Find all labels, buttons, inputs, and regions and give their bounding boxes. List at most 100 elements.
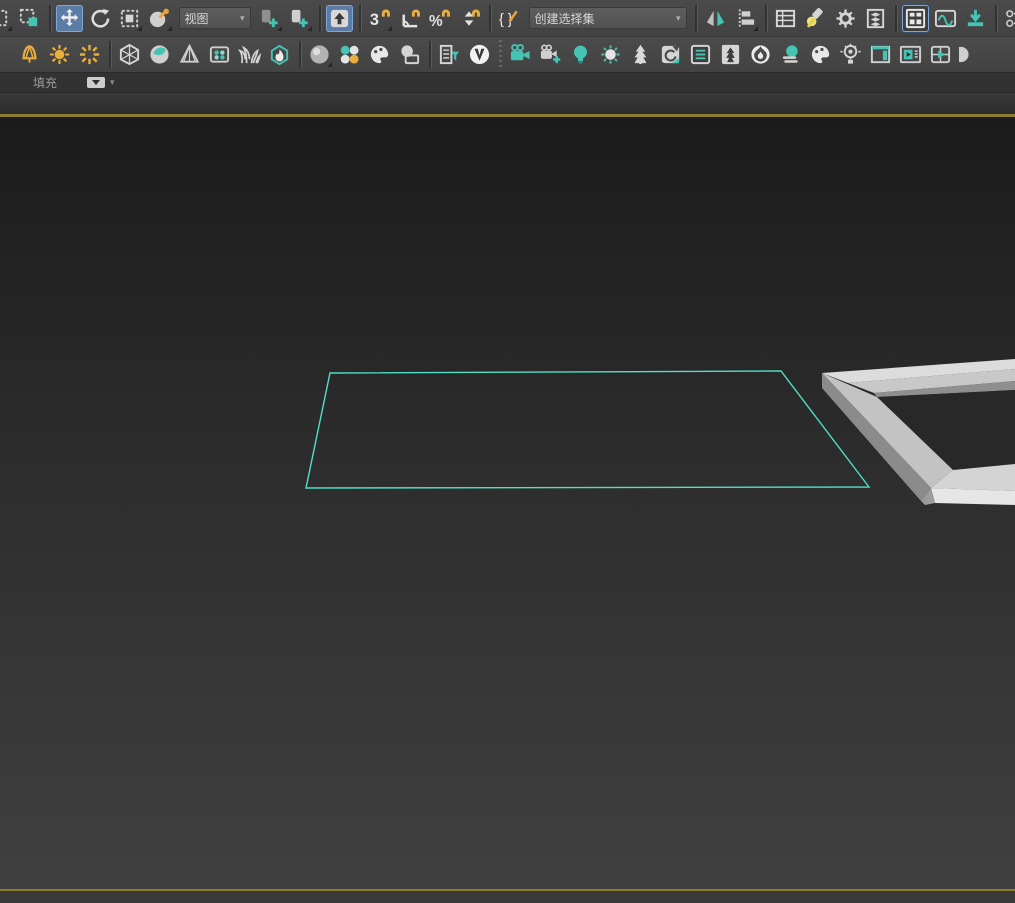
vray-icon — [468, 43, 491, 66]
palette-tool[interactable] — [807, 41, 834, 68]
phoenix-fire[interactable] — [747, 41, 774, 68]
material-preview[interactable] — [396, 41, 423, 68]
keycap-icon — [328, 7, 351, 30]
spheres-stack[interactable] — [777, 41, 804, 68]
curve-editor[interactable] — [862, 5, 889, 32]
material-balls[interactable] — [336, 41, 363, 68]
main-toolbar: 视图 ▾ 3% { } 创建选择集▾ — [0, 0, 1015, 36]
sun-icon — [48, 43, 71, 66]
use-pivot-point-center[interactable] — [256, 5, 283, 32]
snappercent-icon: % — [428, 7, 451, 30]
viewport-canvas[interactable] — [0, 117, 1015, 889]
toggle-command-panel[interactable] — [902, 5, 929, 32]
frame-player[interactable] — [897, 41, 924, 68]
align-icon — [734, 7, 757, 30]
windowteal-icon — [869, 43, 892, 66]
perspective-viewport[interactable] — [0, 117, 1015, 889]
tree-icon — [629, 43, 652, 66]
bottom-edge-strip — [0, 891, 1015, 903]
snap3-icon: 3 — [368, 7, 391, 30]
populate-label: 填充 — [33, 74, 57, 91]
refresh-asset[interactable] — [657, 41, 684, 68]
select-and-rotate[interactable] — [86, 5, 113, 32]
manage-scene-links[interactable] — [1002, 5, 1015, 32]
create-skylight[interactable] — [76, 41, 103, 68]
select-and-move[interactable] — [56, 5, 83, 32]
toggle-ribbon[interactable] — [832, 5, 859, 32]
dots-panel[interactable] — [206, 41, 233, 68]
schematic-view[interactable] — [932, 5, 959, 32]
camplus-icon — [539, 43, 562, 66]
create-vray-camera[interactable] — [507, 41, 534, 68]
create-vray-sun[interactable] — [597, 41, 624, 68]
scatter-grass[interactable] — [236, 41, 263, 68]
geometry-sphere[interactable] — [116, 41, 143, 68]
light-lister[interactable] — [837, 41, 864, 68]
forest-object[interactable] — [717, 41, 744, 68]
chevron-down-icon: ▾ — [240, 13, 245, 24]
spinner-snap-toggle[interactable] — [456, 5, 483, 32]
window-panel[interactable] — [867, 41, 894, 68]
snapspinner-icon — [458, 7, 481, 30]
braces-icon: { } — [498, 7, 521, 30]
asset-list[interactable] — [687, 41, 714, 68]
panels-icon — [904, 7, 927, 30]
layers-icon — [864, 7, 887, 30]
align-flyout[interactable] — [732, 5, 759, 32]
camera-tripod[interactable] — [176, 41, 203, 68]
tripod-icon — [178, 43, 201, 66]
svg-text:3: 3 — [370, 11, 379, 29]
create-vray-light[interactable] — [567, 41, 594, 68]
vray-toolbar[interactable] — [466, 41, 493, 68]
proxy-sphere[interactable] — [146, 41, 173, 68]
render-elements[interactable] — [436, 41, 463, 68]
toggle-scene-explorer[interactable] — [772, 5, 799, 32]
select-and-place[interactable] — [146, 5, 173, 32]
add-camera[interactable] — [537, 41, 564, 68]
create-spotlight[interactable] — [16, 41, 43, 68]
select-and-scale[interactable] — [116, 5, 143, 32]
toolbar-separator — [319, 5, 321, 32]
named-selection-sets[interactable]: 创建选择集▾ — [529, 7, 687, 29]
mirror[interactable] — [702, 5, 729, 32]
wincross-icon — [18, 7, 41, 30]
percent-snap-toggle[interactable]: % — [426, 5, 453, 32]
create-tree[interactable] — [627, 41, 654, 68]
cube-flame[interactable] — [266, 41, 293, 68]
rectangle-spline[interactable] — [306, 371, 869, 488]
render-presets-tray[interactable] — [962, 5, 989, 32]
viewport-quad[interactable] — [927, 41, 954, 68]
window-crossing-toggle[interactable] — [16, 5, 43, 32]
toggle-layer-explorer[interactable] — [802, 5, 829, 32]
angle-snap-toggle[interactable] — [396, 5, 423, 32]
reference-coordinate-system-label: 视图 — [185, 10, 209, 27]
selection-region-flyout[interactable] — [0, 5, 13, 32]
tray-icon — [964, 7, 987, 30]
toolbar-separator — [49, 5, 51, 32]
toolbar-separator — [489, 5, 491, 32]
material-palette[interactable] — [366, 41, 393, 68]
create-sunlight[interactable] — [46, 41, 73, 68]
palette-icon — [809, 43, 832, 66]
leafsphere-icon — [148, 43, 171, 66]
snap-toggle-3d[interactable]: 3 — [366, 5, 393, 32]
refreshcard-icon — [659, 43, 682, 66]
treecard-icon — [719, 43, 742, 66]
reference-coordinate-system[interactable]: 视图 ▾ — [179, 7, 251, 29]
toolbar-separator — [109, 41, 111, 68]
material-editor[interactable] — [306, 41, 333, 68]
edge-cut-icon[interactable] — [957, 41, 984, 68]
nodex-icon — [1004, 7, 1015, 30]
edit-named-selection-sets[interactable]: { } — [496, 5, 523, 32]
frame-object[interactable] — [822, 359, 1015, 505]
toolbar-separator — [429, 41, 431, 68]
create-light-partial[interactable] — [0, 41, 13, 68]
spherestack-icon — [779, 43, 802, 66]
named-selection-sets-label: 创建选择集 — [535, 10, 595, 27]
sunsmall-icon — [599, 43, 622, 66]
keyboard-override-toggle[interactable] — [326, 5, 353, 32]
use-selection-center[interactable] — [286, 5, 313, 32]
bulb-icon — [569, 43, 592, 66]
populate-flow-dropdown-button[interactable] — [87, 77, 105, 88]
populate-caret-icon[interactable]: ▾ — [110, 77, 115, 88]
